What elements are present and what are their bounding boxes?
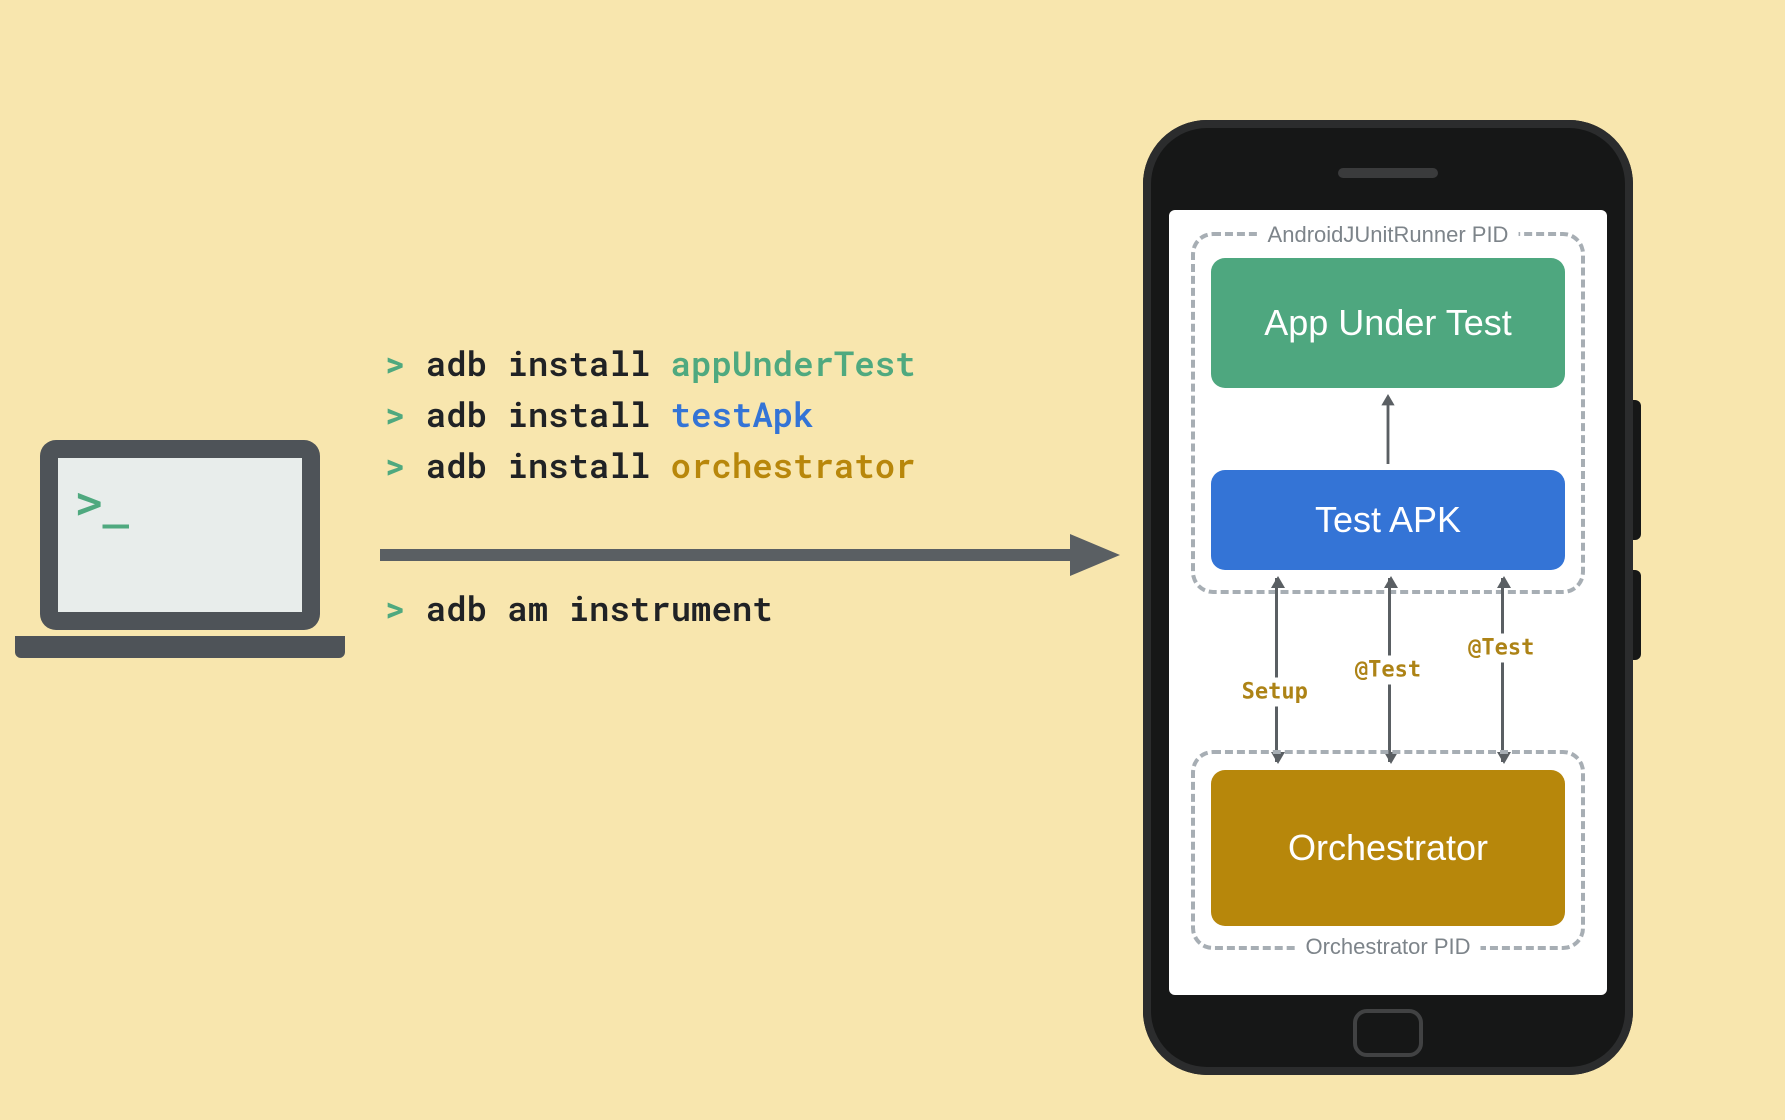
conn-label-test1: @Test: [1349, 656, 1427, 685]
phone-screen: AndroidJUnitRunner PID App Under Test Te…: [1169, 210, 1607, 995]
phone-side-button-2: [1633, 570, 1641, 660]
phone-device: AndroidJUnitRunner PID App Under Test Te…: [1143, 120, 1633, 1075]
arrow-test-to-app-icon: [1378, 394, 1398, 464]
app-under-test-box: App Under Test: [1211, 258, 1565, 388]
cmd-line-2: > adb install testApk: [385, 389, 916, 440]
phone-side-button: [1633, 400, 1641, 540]
cmd-line-4: > adb am instrument: [385, 583, 916, 634]
connection-group: Setup @Test @Test: [1211, 578, 1565, 762]
pid-top-label: AndroidJUnitRunner PID: [1258, 222, 1519, 248]
laptop-base: [15, 636, 345, 658]
cmd-line-3: > adb install orchestrator: [385, 440, 916, 491]
conn-label-setup: Setup: [1236, 678, 1314, 707]
test-apk-box: Test APK: [1211, 470, 1565, 570]
laptop-prompt: >_: [76, 478, 129, 529]
conn-label-test2: @Test: [1462, 633, 1540, 662]
laptop-icon: >_: [40, 440, 345, 658]
flow-arrow-icon: [380, 530, 1120, 580]
orchestrator-box: Orchestrator: [1211, 770, 1565, 926]
terminal-commands: > adb install appUnderTest > adb install…: [385, 338, 916, 634]
laptop-screen: >_: [40, 440, 320, 630]
pid-bottom-label: Orchestrator PID: [1295, 934, 1480, 960]
cmd-line-1: > adb install appUnderTest: [385, 338, 916, 389]
